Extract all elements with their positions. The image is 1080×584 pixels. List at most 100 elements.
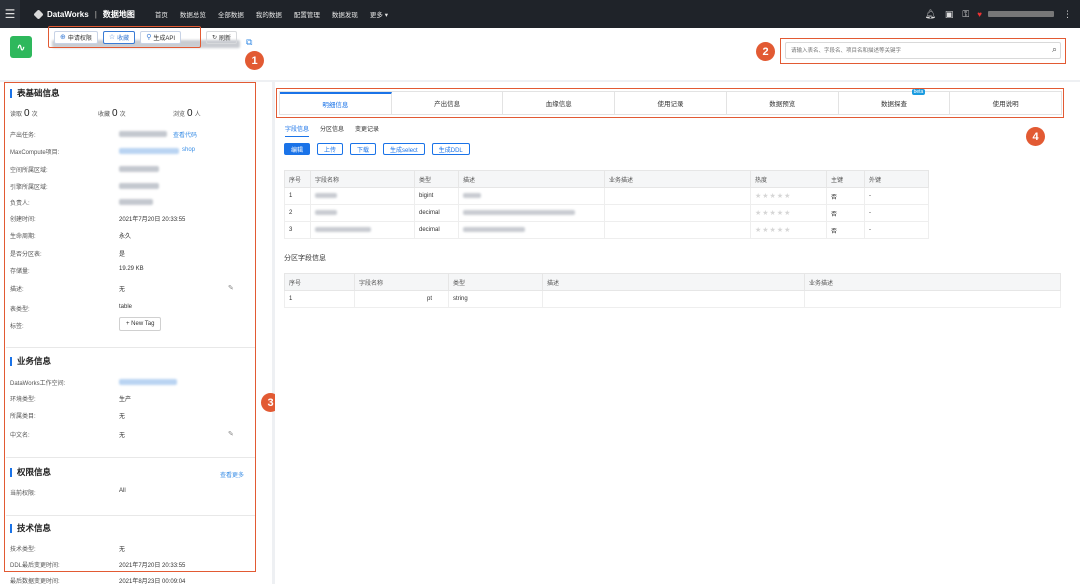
download-button[interactable]: 下载 — [350, 143, 377, 155]
main-nav: 首页 数据总览 全部数据 我的数据 配置管理 数据发现 更多 ▾ — [155, 9, 400, 19]
col-name: 字段名称 — [354, 273, 449, 291]
sub-tabs: 字段信息 分区信息 变更记录 — [285, 124, 379, 137]
view-more-link[interactable]: 查看更多 — [220, 470, 244, 479]
generate-ddl-button[interactable]: 生成DDL — [431, 143, 470, 155]
tab-data-preview[interactable]: 数据预览 — [727, 92, 839, 114]
bell-icon[interactable]: 🔔︎ — [924, 9, 935, 20]
top-navbar: ☰ DataWorks | 数据地图 首页 数据总览 全部数据 我的数据 配置管… — [0, 0, 1080, 28]
fields-table: 序号 字段名称 类型 描述 业务描述 热度 主键 外键 1 bigint ★★★… — [284, 170, 929, 239]
search-icon[interactable]: ⌕ — [1052, 44, 1057, 55]
search-input[interactable] — [785, 42, 1061, 59]
refresh-button[interactable]: ↻ 刷新 — [206, 31, 238, 44]
partition-section-title: 分区字段信息 — [284, 255, 326, 262]
col-pk: 主键 — [826, 170, 865, 188]
project-link[interactable]: shop — [182, 147, 195, 153]
read-count: 读取 0 次 — [10, 108, 38, 119]
nav-overview[interactable]: 数据总览 — [180, 9, 206, 19]
info-row-chinese-name: 中文名: 无 ✎ — [10, 430, 234, 439]
edit-chinese-name-icon[interactable]: ✎ — [228, 430, 234, 438]
heat-stars: ★★★★★ — [750, 204, 827, 222]
favorite-button[interactable]: ☆ 收藏 — [102, 30, 136, 44]
heat-stars: ★★★★★ — [750, 187, 827, 205]
nav-all-data[interactable]: 全部数据 — [218, 9, 244, 19]
dataworks-logo-icon — [33, 8, 44, 20]
beta-badge: beta — [911, 89, 926, 95]
table-header-row: 序号 字段名称 类型 描述 业务描述 — [284, 273, 1061, 291]
table-row[interactable]: 1 bigint ★★★★★ 否 - — [284, 187, 929, 205]
tab-data-profiling[interactable]: 数据探查 beta — [839, 89, 951, 114]
topbar-tools: 🔔︎ ▣ ⚿ ♥ ⋮ — [915, 0, 1072, 28]
info-row-storage: 存储量: 19.29 KB — [10, 266, 144, 275]
info-row-category: 所属类目: 无 — [10, 414, 126, 420]
nav-discover[interactable]: 数据发现 — [332, 9, 358, 19]
col-type: 类型 — [448, 273, 543, 291]
detail-tabs: 明细信息 产出信息 血缘信息 使用记录 数据预览 数据探查 beta 使用说明 — [279, 89, 1062, 115]
copy-icon[interactable]: ⧉ — [246, 37, 252, 48]
tab-lineage[interactable]: 血缘信息 — [503, 92, 616, 114]
col-no: 序号 — [284, 170, 311, 188]
section-divider — [6, 347, 256, 348]
basic-info-title: 表基础信息 — [10, 89, 60, 98]
brand[interactable]: DataWorks | 数据地图 — [33, 8, 135, 20]
action-group: ⊕ 申请权限 ☆ 收藏 ⚲ 生成API — [48, 26, 201, 48]
col-fk: 外键 — [864, 170, 929, 188]
col-biz-desc: 业务描述 — [604, 170, 751, 188]
col-heat: 热度 — [750, 170, 827, 188]
refresh-icon: ↻ — [212, 35, 218, 41]
generate-select-button[interactable]: 生成select — [383, 143, 425, 155]
upload-button[interactable]: 上传 — [317, 143, 344, 155]
generate-api-label: 生成API — [153, 35, 175, 42]
nav-config[interactable]: 配置管理 — [294, 9, 320, 19]
menu-icon[interactable]: ☰ — [0, 0, 20, 28]
brand-name: DataWorks — [47, 9, 89, 19]
user-account[interactable] — [988, 11, 1054, 17]
tab-output[interactable]: 产出信息 — [392, 92, 504, 114]
more-vertical-icon[interactable]: ⋮ — [1063, 9, 1072, 20]
col-name: 字段名称 — [310, 170, 415, 188]
link-icon: ⚲ — [146, 34, 152, 41]
new-tag-button[interactable]: + New Tag — [119, 317, 162, 331]
edit-button[interactable]: 编辑 — [284, 143, 311, 155]
info-row-project: MaxCompute项目: shop — [10, 147, 196, 156]
annotation-badge-4: 4 — [1026, 127, 1045, 146]
nav-my-data[interactable]: 我的数据 — [256, 9, 282, 19]
annotation-badge-1: 1 — [245, 51, 264, 70]
tab-usage-record[interactable]: 使用记录 — [615, 92, 727, 114]
tech-info-title: 技术信息 — [10, 524, 51, 533]
info-row-engine-region: 引擎所属区域: — [10, 182, 250, 191]
info-row-data-time: 最后数据变更时间: 2021年8月23日 00:09:04 — [10, 579, 186, 584]
nav-more[interactable]: 更多 ▾ — [370, 9, 388, 19]
shield-icon: ⊕ — [60, 34, 66, 41]
view-code-link[interactable]: 查看代码 — [173, 130, 197, 139]
stats-counts: 读取 0 次 收藏 0 次 浏览 0 人 — [10, 108, 250, 120]
detail-panel — [275, 82, 1080, 584]
apply-permission-button[interactable]: ⊕ 申请权限 — [54, 30, 98, 44]
table-row[interactable]: 2 decimal ★★★★★ 否 - — [284, 204, 929, 222]
key-icon[interactable]: ⚿ — [962, 9, 969, 20]
col-desc: 描述 — [542, 273, 805, 291]
heart-icon: ♥ — [977, 9, 982, 19]
business-info-title: 业务信息 — [10, 357, 51, 366]
info-row-ddl-time: DDL最后变更时间: 2021年7月20日 20:33:55 — [10, 563, 186, 569]
info-row-output-task: 产出任务: 查看代码 — [10, 130, 250, 139]
tab-details[interactable]: 明细信息 — [280, 92, 392, 114]
table-row[interactable]: 1 pt string — [284, 290, 1061, 308]
subtab-fields[interactable]: 字段信息 — [285, 124, 310, 137]
col-desc: 描述 — [458, 170, 605, 188]
nav-home[interactable]: 首页 — [155, 9, 168, 19]
generate-api-button[interactable]: ⚲ 生成API — [140, 30, 181, 44]
table-row[interactable]: 3 decimal ★★★★★ 否 - — [284, 221, 929, 239]
view-count: 浏览 0 人 — [173, 108, 201, 119]
search-box: ⌕ — [780, 38, 1066, 64]
subtab-partitions[interactable]: 分区信息 — [320, 124, 344, 137]
module-name: 数据地图 — [102, 9, 135, 19]
help-icon[interactable]: ▣ — [945, 9, 954, 20]
edit-description-icon[interactable]: ✎ — [228, 284, 234, 292]
tab-usage-guide[interactable]: 使用说明 — [950, 92, 1061, 114]
subtab-changes[interactable]: 变更记录 — [355, 124, 379, 137]
favorite-count: 收藏 0 次 — [98, 108, 126, 119]
info-row-partitioned: 是否分区表: 是 — [10, 252, 126, 258]
heat-stars: ★★★★★ — [750, 221, 827, 239]
info-row-table-type: 表类型: table — [10, 304, 133, 313]
table-icon: ∿ — [10, 36, 32, 58]
